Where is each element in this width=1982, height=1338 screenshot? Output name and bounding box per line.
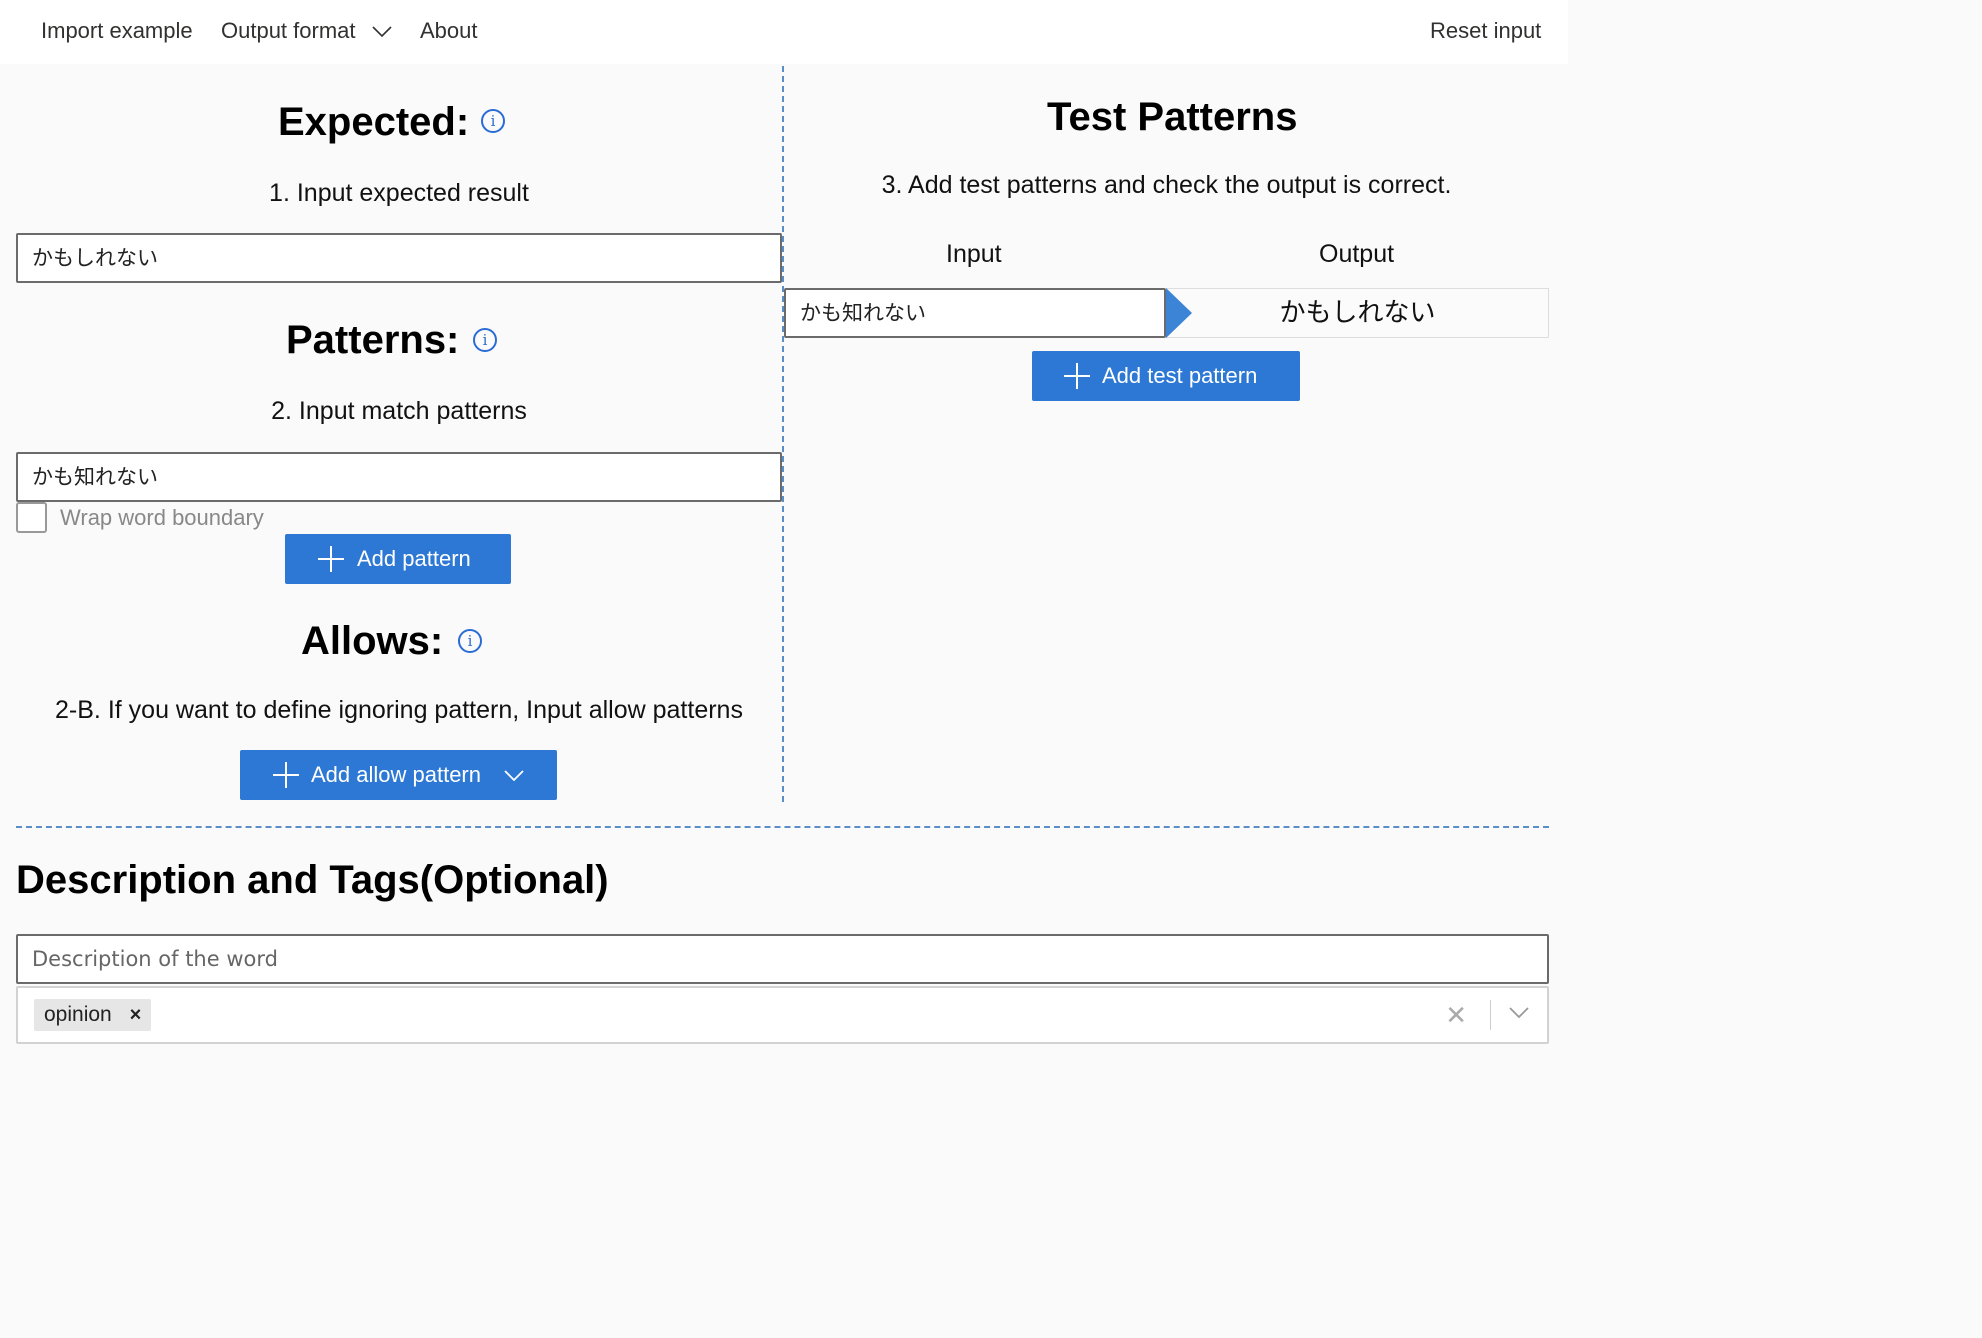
tag-label: opinion xyxy=(44,1003,112,1026)
arrow-right-icon xyxy=(1166,288,1192,338)
tag-chip: opinion × xyxy=(34,999,152,1031)
output-format-menu[interactable]: Output format xyxy=(221,16,392,46)
command-bar: Import example Output format About Reset… xyxy=(0,0,1568,64)
allows-instruction: 2-B. If you want to define ignoring patt… xyxy=(55,696,743,724)
tags-select[interactable]: opinion × ✕ xyxy=(16,986,1549,1044)
add-allow-pattern-label: Add allow pattern xyxy=(311,762,481,787)
chevron-down-icon[interactable] xyxy=(1509,1007,1529,1019)
test-patterns-heading: Test Patterns xyxy=(1047,95,1298,139)
test-output-cell: かもしれない xyxy=(1166,288,1549,338)
plus-icon xyxy=(318,546,344,572)
about-button[interactable]: About xyxy=(420,16,478,46)
description-heading: Description and Tags(Optional) xyxy=(16,858,609,902)
patterns-heading: Patterns: xyxy=(286,318,460,362)
expected-heading: Expected: xyxy=(278,100,470,144)
input-column-header: Input xyxy=(946,240,1002,268)
chevron-down-icon xyxy=(372,26,392,38)
test-patterns-instruction: 3. Add test patterns and check the outpu… xyxy=(881,171,1452,199)
add-test-pattern-label: Add test pattern xyxy=(1102,363,1258,388)
section-divider xyxy=(16,826,1549,828)
info-icon[interactable]: i xyxy=(473,328,497,352)
output-format-label: Output format xyxy=(221,18,356,43)
add-test-pattern-button[interactable]: Add test pattern xyxy=(1032,351,1300,401)
test-input-field[interactable]: かも知れない xyxy=(784,288,1166,338)
info-icon[interactable]: i xyxy=(481,109,505,133)
remove-tag-icon[interactable]: × xyxy=(130,999,142,1031)
plus-icon xyxy=(273,762,299,788)
plus-icon xyxy=(1064,363,1090,389)
add-pattern-button[interactable]: Add pattern xyxy=(285,534,511,584)
add-allow-pattern-button[interactable]: Add allow pattern xyxy=(240,750,557,800)
wrap-word-boundary-label: Wrap word boundary xyxy=(60,505,264,530)
chevron-down-icon xyxy=(504,770,524,782)
expected-input[interactable]: かもしれない xyxy=(16,233,782,283)
output-column-header: Output xyxy=(1319,240,1395,268)
allows-heading: Allows: xyxy=(301,619,444,663)
patterns-instruction: 2. Input match patterns xyxy=(271,397,527,425)
import-example-button[interactable]: Import example xyxy=(41,16,193,46)
separator xyxy=(1490,1000,1491,1030)
reset-input-button[interactable]: Reset input xyxy=(1430,16,1541,46)
expected-instruction: 1. Input expected result xyxy=(269,179,529,207)
add-pattern-label: Add pattern xyxy=(357,546,471,571)
pattern-input[interactable]: かも知れない xyxy=(16,452,782,502)
wrap-word-boundary-checkbox[interactable] xyxy=(16,502,47,533)
description-input[interactable]: Description of the word xyxy=(16,934,1549,984)
info-icon[interactable]: i xyxy=(458,629,482,653)
close-icon[interactable]: ✕ xyxy=(1445,1000,1467,1030)
